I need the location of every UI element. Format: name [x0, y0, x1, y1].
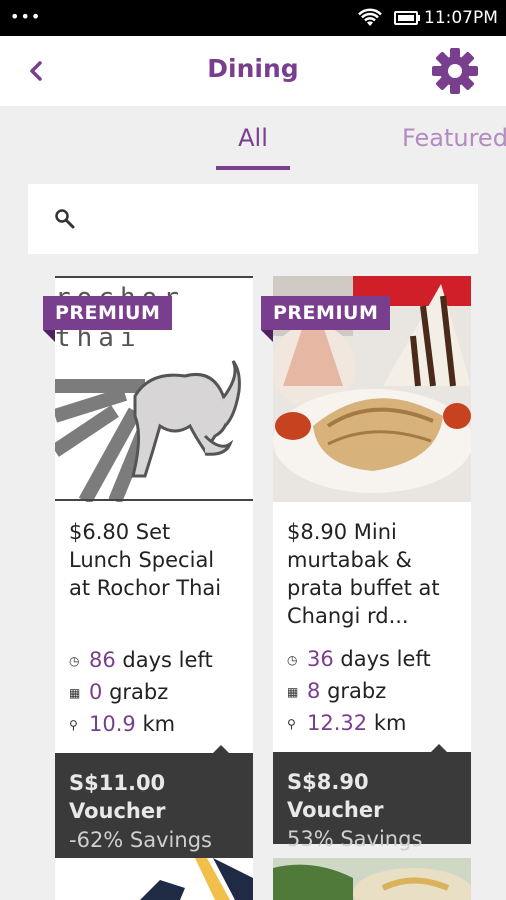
- deal-title: $6.80 Set Lunch Special at Rochor Thai: [69, 520, 222, 600]
- status-time: 11:07PM: [424, 8, 498, 28]
- voucher-title: S$11.00 Voucher: [69, 771, 166, 823]
- status-bar: ••• 11:07PM: [0, 0, 506, 36]
- gift-icon: ▦: [287, 685, 299, 699]
- active-tab-indicator: [216, 166, 290, 170]
- premium-badge: PREMIUM: [43, 296, 173, 330]
- deal-card-partial[interactable]: [273, 858, 471, 900]
- wifi-icon: [358, 8, 382, 26]
- deal-card[interactable]: rochor thai $6.80 Set Lunch Special at R…: [55, 276, 253, 858]
- days-left: ◷ 86 days left: [69, 646, 213, 675]
- grabz-count: ▦ 0 grabz: [69, 678, 168, 707]
- deal-card[interactable]: $8.90 Mini murtabak & prata buffet at Ch…: [273, 276, 471, 851]
- tab-featured[interactable]: Featured: [402, 110, 506, 170]
- voucher-savings: -62% Savings: [69, 828, 212, 852]
- gift-icon: ▦: [69, 686, 81, 700]
- premium-badge: PREMIUM: [261, 296, 391, 330]
- distance: ⚲ 10.9 km: [69, 710, 175, 739]
- gear-icon[interactable]: [430, 46, 480, 96]
- search-icon: [55, 209, 75, 229]
- voucher-panel: S$8.90 Voucher 53% Savings: [273, 744, 471, 851]
- app-header: Dining: [0, 36, 506, 106]
- clock-icon: ◷: [69, 654, 80, 668]
- deal-title: $8.90 Mini murtabak & prata buffet at Ch…: [287, 520, 440, 628]
- distance: ⚲ 12.32 km: [287, 709, 406, 738]
- overflow-dots-icon: •••: [10, 7, 42, 26]
- location-pin-icon: ⚲: [69, 718, 78, 732]
- grabz-count: ▦ 8 grabz: [287, 677, 386, 706]
- voucher-panel: S$11.00 Voucher -62% Savings: [55, 745, 253, 858]
- battery-icon: [394, 11, 418, 25]
- clock-icon: ◷: [287, 653, 298, 667]
- search-input[interactable]: [28, 184, 478, 254]
- voucher-savings: 53% Savings: [287, 827, 423, 851]
- location-pin-icon: ⚲: [287, 717, 296, 731]
- days-left: ◷ 36 days left: [287, 645, 431, 674]
- voucher-title: S$8.90 Voucher: [287, 770, 384, 822]
- tab-all[interactable]: All: [216, 110, 290, 170]
- deal-card-partial[interactable]: [55, 858, 253, 900]
